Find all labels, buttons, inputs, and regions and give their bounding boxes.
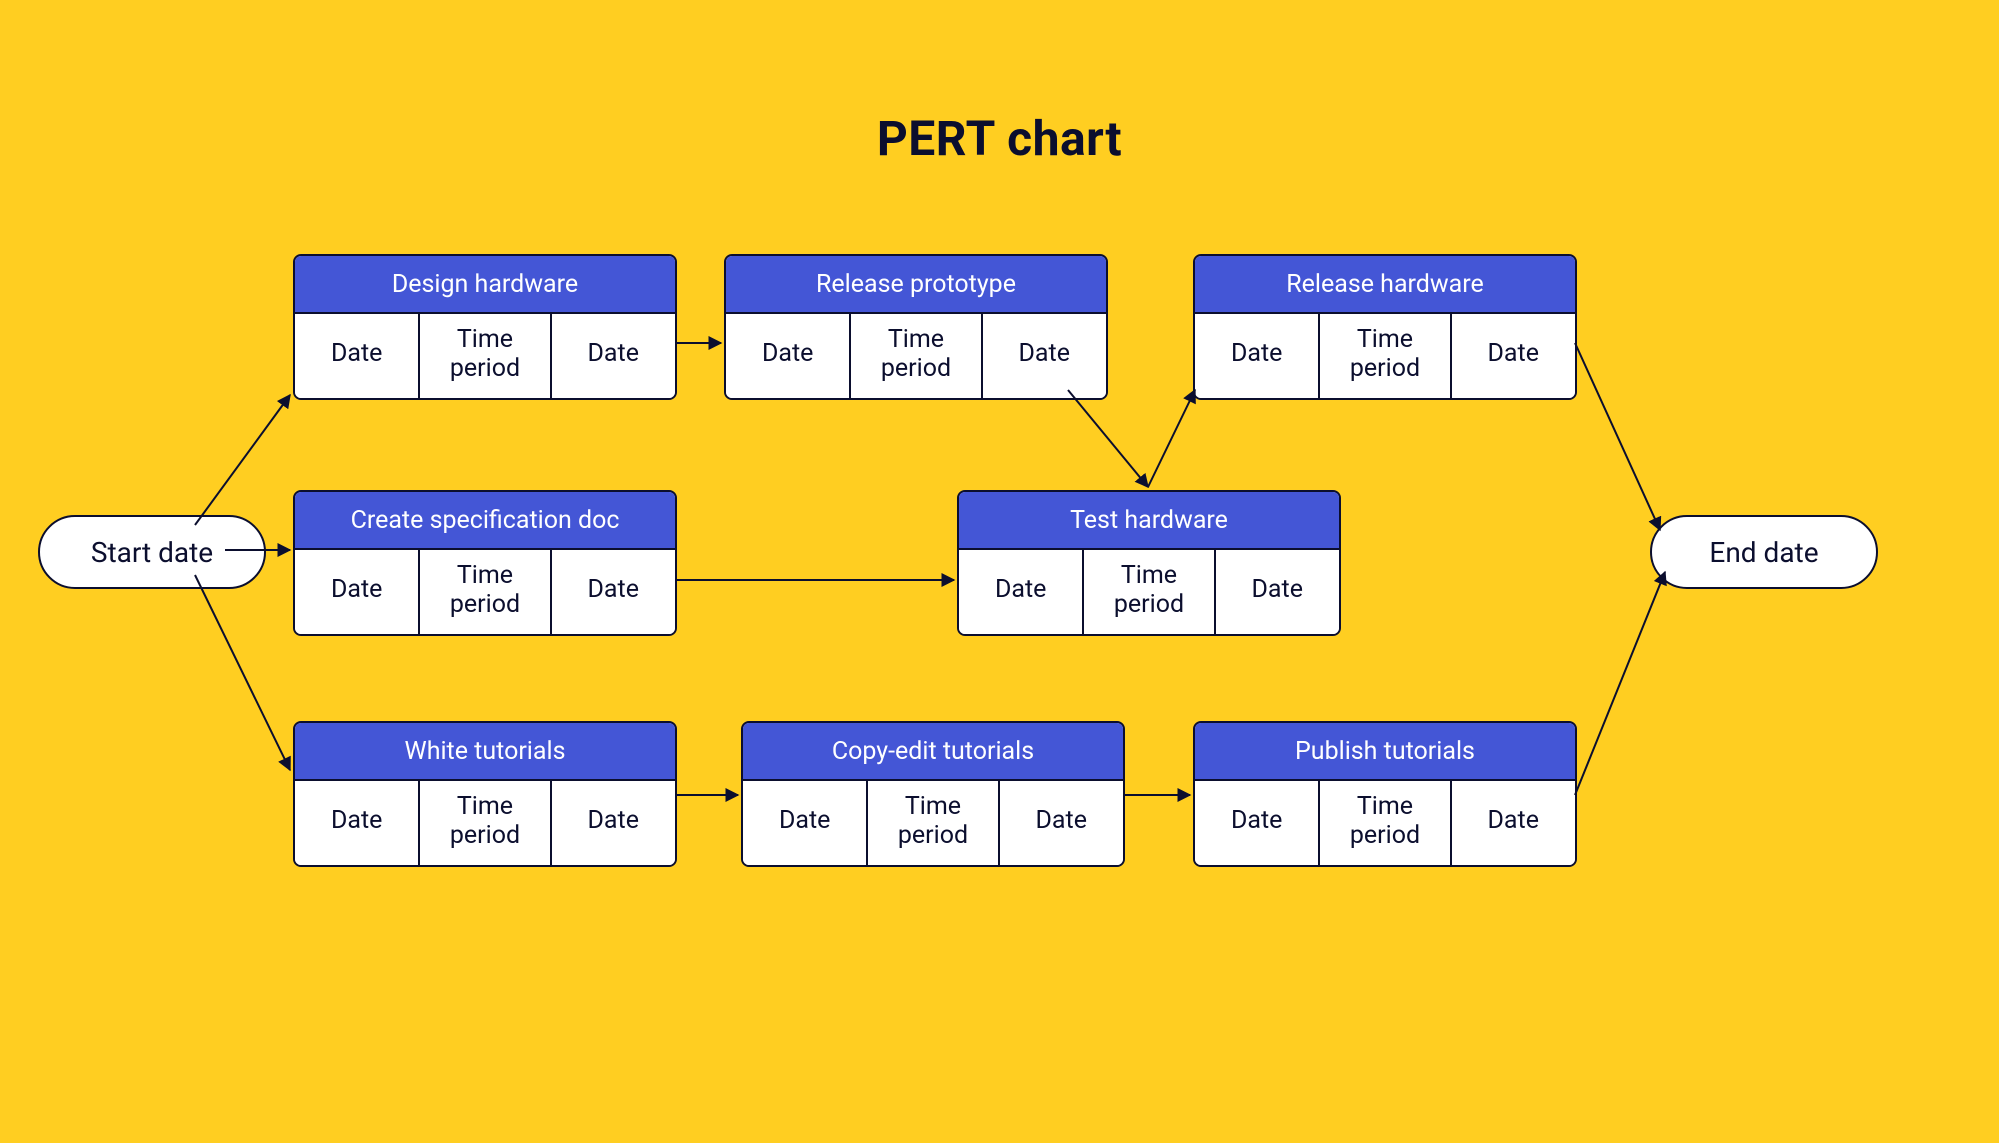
edge-test-releasehw xyxy=(1148,390,1195,487)
task-copy-edit-tutorials: Copy-edit tutorials Date Time period Dat… xyxy=(741,721,1125,867)
pert-canvas: PERT chart Start date End date Design ha… xyxy=(0,0,1999,1143)
task-cell-end-date: Date xyxy=(1452,314,1575,398)
task-cell-end-date: Date xyxy=(552,314,675,398)
task-title: Release prototype xyxy=(726,256,1106,314)
task-cell-end-date: Date xyxy=(1216,550,1339,634)
task-cell-time-period: Time period xyxy=(849,314,982,398)
task-cell-end-date: Date xyxy=(552,550,675,634)
task-cell-time-period: Time period xyxy=(866,781,999,865)
task-row: Date Time period Date xyxy=(959,550,1339,634)
task-title: Copy-edit tutorials xyxy=(743,723,1123,781)
edge-releasehw-end xyxy=(1575,343,1660,530)
task-title: Create specification doc xyxy=(295,492,675,550)
task-release-prototype: Release prototype Date Time period Date xyxy=(724,254,1108,400)
task-cell-start-date: Date xyxy=(295,550,418,634)
task-row: Date Time period Date xyxy=(1195,314,1575,398)
task-cell-time-period: Time period xyxy=(418,314,551,398)
edge-start-design xyxy=(195,395,290,525)
edge-releaseproto-test xyxy=(1068,390,1148,487)
task-cell-start-date: Date xyxy=(295,314,418,398)
task-title: White tutorials xyxy=(295,723,675,781)
task-cell-time-period: Time period xyxy=(1318,314,1451,398)
task-title: Design hardware xyxy=(295,256,675,314)
task-cell-time-period: Time period xyxy=(1082,550,1215,634)
task-row: Date Time period Date xyxy=(295,314,675,398)
end-node: End date xyxy=(1650,515,1878,589)
task-design-hardware: Design hardware Date Time period Date xyxy=(293,254,677,400)
task-cell-time-period: Time period xyxy=(418,550,551,634)
task-title: Publish tutorials xyxy=(1195,723,1575,781)
task-cell-start-date: Date xyxy=(1195,314,1318,398)
task-cell-time-period: Time period xyxy=(1318,781,1451,865)
task-title: Release hardware xyxy=(1195,256,1575,314)
edge-publish-end xyxy=(1575,572,1665,795)
task-title: Test hardware xyxy=(959,492,1339,550)
task-cell-start-date: Date xyxy=(743,781,866,865)
diagram-title: PERT chart xyxy=(0,110,1999,167)
start-node: Start date xyxy=(38,515,266,589)
task-row: Date Time period Date xyxy=(743,781,1123,865)
end-node-label: End date xyxy=(1709,536,1818,569)
task-release-hardware: Release hardware Date Time period Date xyxy=(1193,254,1577,400)
task-test-hardware: Test hardware Date Time period Date xyxy=(957,490,1341,636)
task-cell-start-date: Date xyxy=(959,550,1082,634)
edge-start-white xyxy=(195,575,290,770)
task-white-tutorials: White tutorials Date Time period Date xyxy=(293,721,677,867)
task-cell-start-date: Date xyxy=(1195,781,1318,865)
task-row: Date Time period Date xyxy=(726,314,1106,398)
task-cell-time-period: Time period xyxy=(418,781,551,865)
task-row: Date Time period Date xyxy=(295,550,675,634)
task-row: Date Time period Date xyxy=(1195,781,1575,865)
task-cell-end-date: Date xyxy=(983,314,1106,398)
task-cell-end-date: Date xyxy=(552,781,675,865)
task-cell-start-date: Date xyxy=(295,781,418,865)
task-cell-start-date: Date xyxy=(726,314,849,398)
task-cell-end-date: Date xyxy=(1000,781,1123,865)
task-row: Date Time period Date xyxy=(295,781,675,865)
task-publish-tutorials: Publish tutorials Date Time period Date xyxy=(1193,721,1577,867)
task-cell-end-date: Date xyxy=(1452,781,1575,865)
start-node-label: Start date xyxy=(91,536,213,569)
task-create-spec: Create specification doc Date Time perio… xyxy=(293,490,677,636)
